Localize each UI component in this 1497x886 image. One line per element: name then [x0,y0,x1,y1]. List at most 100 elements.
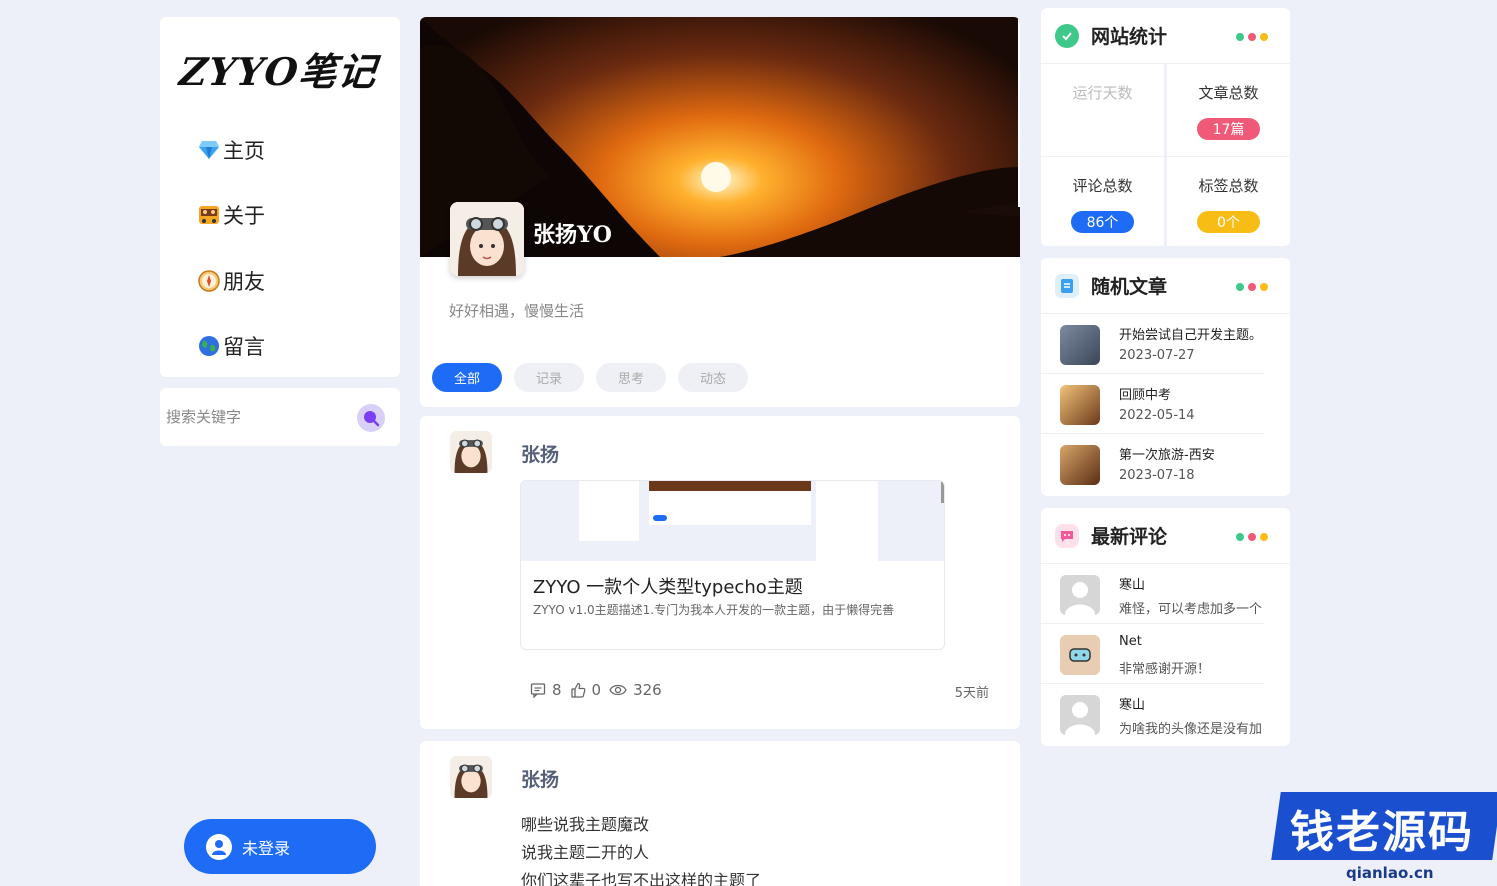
stat-value: 86个 [1071,211,1134,233]
post-time: 5天前 [954,686,989,701]
verified-icon [1055,24,1079,48]
widget-title: 网站统计 [1091,26,1168,48]
article-title: 回顾中考 [1119,388,1172,403]
commenter-avatar [1060,695,1100,735]
commenter-avatar [1060,575,1100,615]
tab-records[interactable]: 记录 [514,363,584,392]
comment-text: 难怪，可以考虑加多一个 [1119,602,1263,617]
view-count: 326 [633,681,662,699]
nav-label: 主页 [223,139,265,163]
login-button[interactable]: 未登录 [184,819,376,874]
stat-comments: 评论总数 86个 [1041,157,1164,246]
chat-bubble-icon [1055,524,1079,548]
widget-header: 网站统计 [1041,8,1290,64]
widget-title: 最新评论 [1091,526,1168,548]
stat-label: 标签总数 [1198,177,1259,195]
random-article-item[interactable]: 回顾中考 2022-05-14 [1041,374,1290,434]
link-thumbnail [521,481,944,561]
eye-icon [609,684,627,696]
like-count: 0 [591,681,602,699]
site-logo[interactable]: ZYYO笔记 [177,41,380,96]
watermark-domain: qianlao.cn [1346,864,1434,882]
window-dots [1232,283,1268,291]
stat-articles: 文章总数 17篇 [1167,64,1290,156]
commenter-name: 寒山 [1119,698,1146,713]
link-card[interactable]: ZYYO 一款个人类型typecho主题 ZYYO v1.0主题描述1.专门为我… [520,480,945,650]
tab-updates[interactable]: 动态 [678,363,748,392]
random-article-item[interactable]: 第一次旅游-西安 2023-07-18 [1041,434,1290,494]
document-icon [1055,274,1079,298]
stat-tags: 标签总数 0个 [1167,157,1290,246]
comment-item[interactable]: 寒山 难怪，可以考虑加多一个 [1041,564,1290,624]
comment-item[interactable]: Net 非常感谢开源！ [1041,624,1290,684]
post-text-line: 说我主题二开的人 [521,843,650,862]
commenter-name: 寒山 [1119,578,1146,593]
left-sidebar: ZYYO笔记 主页 关于 朋友 留言 [160,17,400,377]
stat-value: 0个 [1197,211,1260,233]
stat-run-days: 运行天数 [1041,64,1164,156]
comment-item[interactable]: 寒山 为啥我的头像还是没有加 [1041,684,1290,744]
post-author[interactable]: 张扬 [521,765,559,792]
widget-header: 最新评论 [1041,508,1290,564]
search-icon [364,411,380,427]
stats-widget: 网站统计 运行天数 文章总数 17篇 评论总数 86个 标签总数 0个 [1041,8,1290,246]
stat-value [1071,118,1134,140]
window-dots [1232,533,1268,541]
profile-bio: 好好相遇，慢慢生活 [449,302,585,320]
nav-item-about[interactable]: 关于 [197,200,265,230]
stat-label: 文章总数 [1198,84,1259,102]
widget-title: 随机文章 [1091,276,1168,298]
link-title: ZYYO 一款个人类型typecho主题 [533,577,803,598]
stat-label: 评论总数 [1072,177,1133,195]
post-text-line: 哪些说我主题魔改 [521,815,650,834]
search-input[interactable] [166,402,346,432]
comment-icon [530,683,546,698]
stat-label: 运行天数 [1072,84,1133,102]
post-text-line: 你们这辈子也写不出这样的主题了 [521,871,762,886]
article-thumbnail [1060,325,1100,365]
watermark-logo: 钱老源码 qianlao.cn [1271,782,1497,886]
nav-item-home[interactable]: 主页 [197,135,265,165]
search-button[interactable] [357,404,385,432]
random-article-item[interactable]: 开始尝试自己开发主题。 2023-07-27 [1041,314,1290,374]
compass-icon [197,269,221,293]
article-date: 2022-05-14 [1119,408,1195,423]
tab-all[interactable]: 全部 [432,363,502,392]
comment-text: 为啥我的头像还是没有加 [1119,722,1263,737]
comment-text: 非常感谢开源！ [1119,662,1211,677]
commenter-avatar [1060,635,1100,675]
thumbs-up-icon [570,682,585,698]
diamond-icon [197,138,221,162]
watermark-text: 钱老源码 [1290,807,1474,858]
article-title: 开始尝试自己开发主题。 [1119,328,1263,343]
login-label: 未登录 [242,838,291,858]
stat-value: 17篇 [1197,118,1260,140]
article-thumbnail [1060,385,1100,425]
article-title: 第一次旅游-西安 [1119,448,1215,463]
nav-item-guestbook[interactable]: 留言 [197,331,265,361]
comment-count: 8 [552,681,562,699]
commenter-name: Net [1119,634,1142,649]
latest-comments-widget: 最新评论 寒山 难怪，可以考虑加多一个 Net 非常感谢开源！ 寒山 为啥我的头… [1041,508,1290,746]
globe-icon [197,334,221,358]
nav-label: 关于 [223,204,265,228]
post-meta: 8 0 326 [530,681,670,699]
widget-header: 随机文章 [1041,258,1290,314]
profile-name: 张扬YO [533,222,612,248]
profile-avatar[interactable] [450,202,524,276]
random-articles-widget: 随机文章 开始尝试自己开发主题。 2023-07-27 回顾中考 2022-05… [1041,258,1290,496]
post-card: 张扬 哪些说我主题魔改 说我主题二开的人 你们这辈子也写不出这样的主题了 [420,741,1020,886]
nav-item-friends[interactable]: 朋友 [197,266,265,296]
post-card: 张扬 ZYYO 一款个人类型typecho主题 ZYYO v1.0主题描述1.专… [420,416,1020,729]
nav-label: 留言 [223,335,265,359]
link-description: ZYYO v1.0主题描述1.专门为我本人开发的一款主题，由于懒得完善 [533,603,895,617]
bus-icon [197,203,221,227]
window-dots [1232,33,1268,41]
post-author[interactable]: 张扬 [521,440,559,467]
search-box [160,388,400,446]
author-avatar[interactable] [450,431,492,473]
article-date: 2023-07-27 [1119,348,1195,363]
article-thumbnail [1060,445,1100,485]
tab-thoughts[interactable]: 思考 [596,363,666,392]
author-avatar[interactable] [450,756,492,798]
